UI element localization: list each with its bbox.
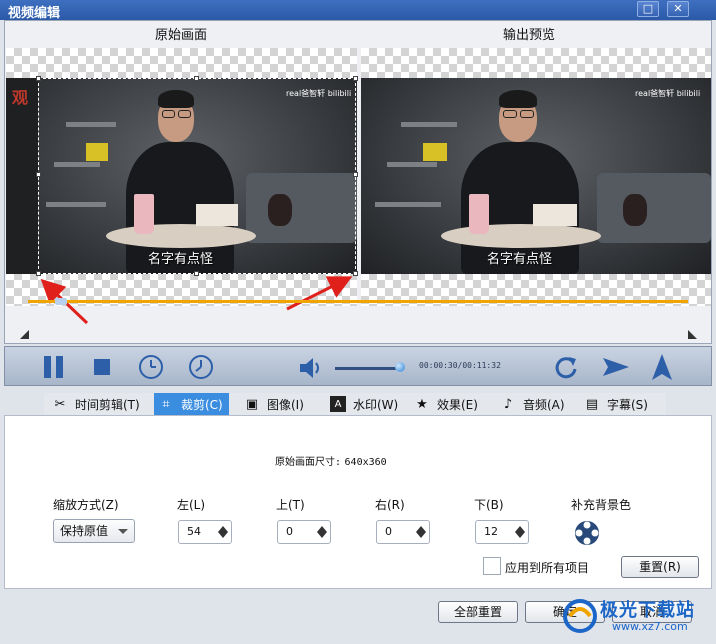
flip-vertical-icon <box>652 354 672 380</box>
fill-bg-color-button[interactable] <box>573 519 601 547</box>
arrow-right <box>286 276 353 311</box>
right-label: 右(R) <box>375 498 405 512</box>
clock-start-icon <box>139 355 163 379</box>
maximize-button[interactable]: □ <box>637 1 659 17</box>
pause-icon <box>44 356 63 378</box>
player-controls: 00:00:30/00:11:32 <box>4 346 712 386</box>
spin-down-icon[interactable] <box>218 532 228 538</box>
top-spinbox[interactable]: 0 <box>277 520 331 544</box>
volume-button[interactable] <box>298 357 322 379</box>
watermark-icon: A <box>330 396 346 412</box>
reset-button[interactable]: 重置(R) <box>621 556 699 578</box>
timeline-playhead[interactable] <box>55 298 67 305</box>
clock-end-icon <box>189 355 213 379</box>
flip-vertical-button[interactable] <box>651 353 673 381</box>
tab-image[interactable]: ▣ 图像(I) <box>244 393 304 415</box>
rotate-icon <box>555 357 577 379</box>
tab-subtitle[interactable]: ▤ 字幕(S) <box>584 393 648 415</box>
top-label: 上(T) <box>276 498 305 512</box>
rotate-button[interactable] <box>553 354 579 380</box>
tab-crop[interactable]: ⌗ 裁剪(C) <box>154 393 229 415</box>
scissors-icon: ✂ <box>54 396 66 412</box>
spin-down-icon[interactable] <box>317 532 327 538</box>
tab-watermark[interactable]: A 水印(W) <box>330 393 398 415</box>
stop-icon <box>94 359 110 375</box>
mark-end-button[interactable] <box>188 354 214 380</box>
tab-effects[interactable]: ★ 效果(E) <box>414 393 478 415</box>
site-url: www.xz7.com <box>612 620 688 633</box>
site-logo-icon <box>563 599 597 633</box>
stop-button[interactable] <box>93 358 111 376</box>
site-brand: 极光下载站 <box>600 600 695 621</box>
close-icon: ✕ <box>673 2 683 15</box>
crop-settings-panel: 原始画面尺寸: 640x360 缩放方式(Z) 保持原值 左(L) 54 上(T… <box>4 415 712 589</box>
tab-time-trim[interactable]: ✂ 时间剪辑(T) <box>52 393 140 415</box>
color-wheel-icon <box>575 521 599 545</box>
reset-all-button[interactable]: 全部重置 <box>438 601 518 623</box>
apply-all-checkbox[interactable] <box>483 557 501 575</box>
pause-button[interactable] <box>43 355 65 379</box>
close-button[interactable]: ✕ <box>667 1 689 17</box>
tab-audio[interactable]: ♪ 音频(A) <box>500 393 565 415</box>
source-size-label: 原始画面尺寸: <box>275 457 342 468</box>
source-size-value: 640x360 <box>344 457 387 468</box>
flip-horizontal-button[interactable] <box>602 356 630 378</box>
scale-mode-label: 缩放方式(Z) <box>53 498 119 512</box>
bottom-spinbox[interactable]: 12 <box>475 520 529 544</box>
left-label: 左(L) <box>177 498 206 512</box>
chevron-down-icon <box>118 529 128 534</box>
maximize-icon: □ <box>642 2 654 15</box>
annotation-arrows <box>40 276 353 325</box>
subtitle-icon: ▤ <box>585 396 599 412</box>
bottom-label: 下(B) <box>474 498 504 512</box>
spin-down-icon[interactable] <box>515 532 525 538</box>
source-size-line: 原始画面尺寸: 640x360 <box>275 453 387 468</box>
crop-icon: ⌗ <box>162 396 170 412</box>
mark-start-button[interactable] <box>138 354 164 380</box>
star-icon: ★ <box>416 396 428 412</box>
scale-mode-select[interactable]: 保持原值 <box>53 519 135 543</box>
tab-bar: ✂ 时间剪辑(T) ⌗ 裁剪(C) ▣ 图像(I) A 水印(W) ★ 效果(E… <box>44 393 666 415</box>
trim-end-marker[interactable] <box>688 330 697 339</box>
volume-slider[interactable] <box>335 367 403 370</box>
volume-slider-knob[interactable] <box>394 362 405 372</box>
spin-down-icon[interactable] <box>416 532 426 538</box>
music-note-icon: ♪ <box>503 396 513 412</box>
site-watermark-logo: 极光下载站 www.xz7.com <box>560 594 716 640</box>
apply-all-label: 应用到所有项目 <box>505 561 590 575</box>
trim-start-marker[interactable] <box>20 330 29 339</box>
time-readout: 00:00:30/00:11:32 <box>419 361 501 370</box>
fill-bg-color-label: 补充背景色 <box>571 498 632 512</box>
right-spinbox[interactable]: 0 <box>376 520 430 544</box>
window-title: 视频编辑 <box>8 6 61 21</box>
image-icon: ▣ <box>245 396 259 412</box>
title-bar: 视频编辑 □ ✕ <box>0 0 716 21</box>
speaker-icon <box>300 358 319 378</box>
flip-horizontal-icon <box>603 358 629 376</box>
left-spinbox[interactable]: 54 <box>178 520 232 544</box>
preview-area: 原始画面 输出预览 观 real爸智轩 bilibili 名字有点怪 real爸… <box>4 20 712 344</box>
